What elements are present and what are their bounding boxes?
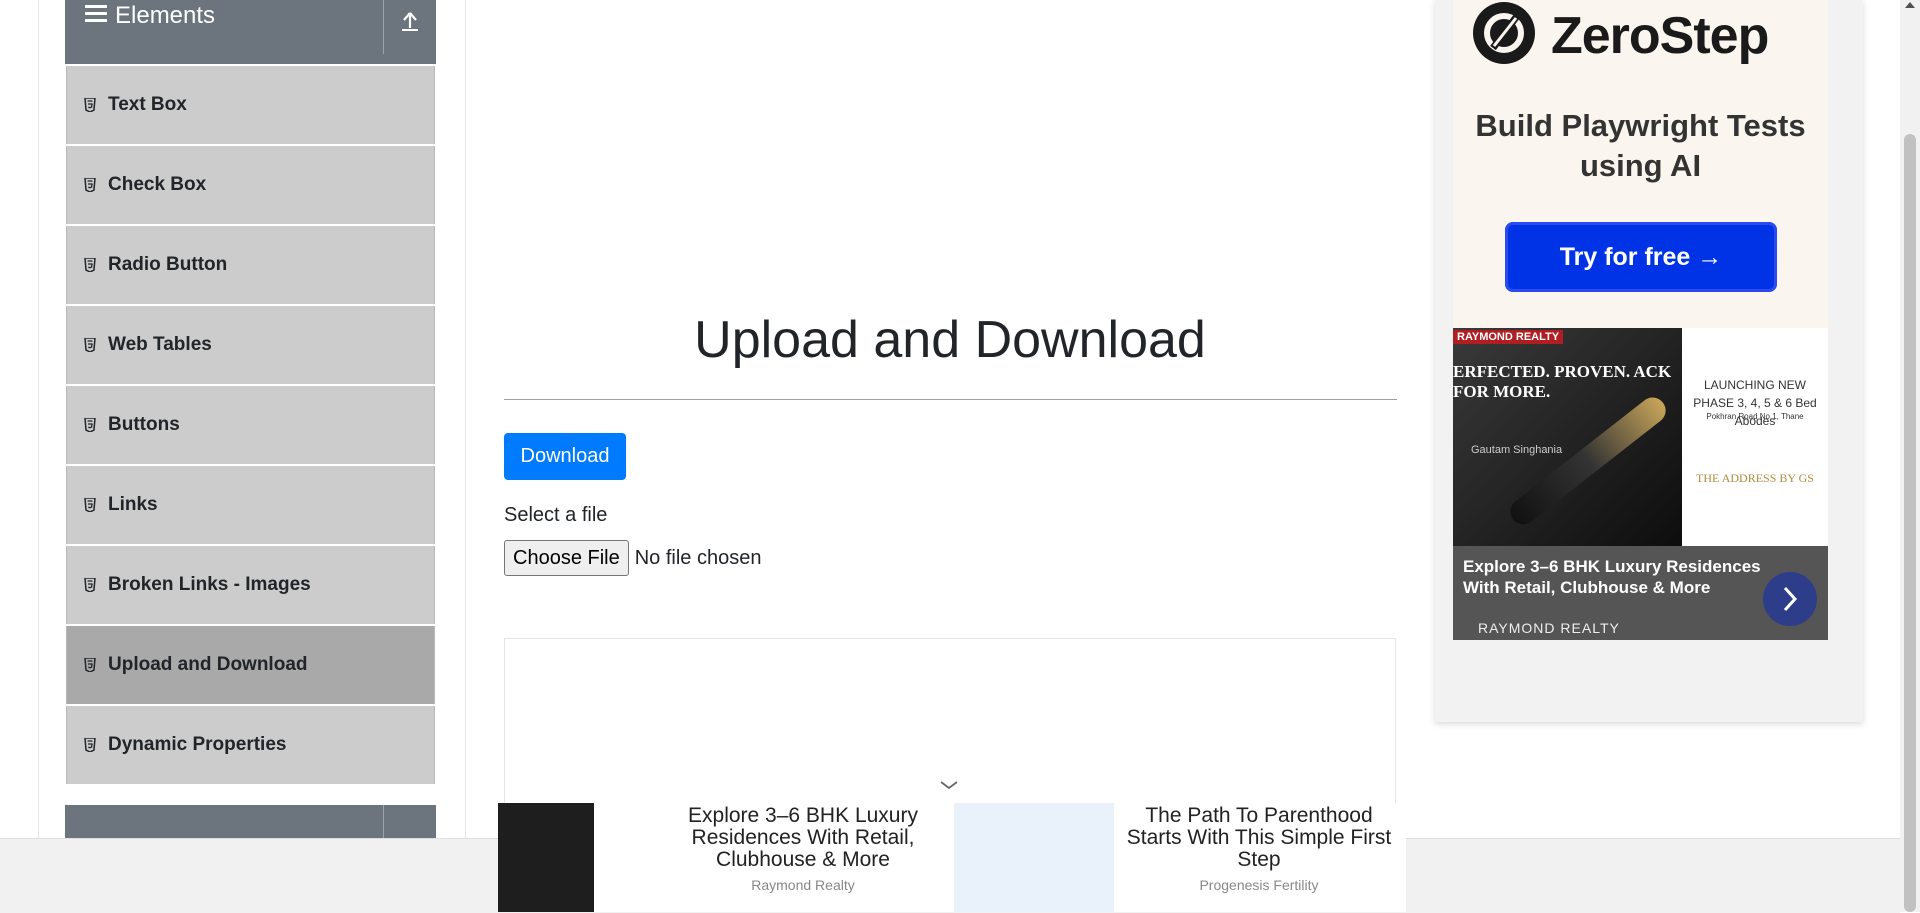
html5-icon [84,738,102,752]
sidebar-item-web-tables[interactable]: Web Tables [66,306,435,384]
sidebar-item-label: Check Box [108,174,207,195]
file-upload-row: Choose File No file chosen [504,540,761,576]
sidebar-item-label: Text Box [108,94,187,115]
realty-signature: Gautam Singhania [1471,444,1563,456]
zerostep-logo-icon [1471,0,1537,71]
scroll-up-arrow-icon[interactable] [1905,2,1915,8]
sidebar-item-label: Web Tables [108,334,212,355]
file-status-text: No file chosen [634,546,762,569]
sidebar-item-label: Radio Button [108,254,228,275]
html5-icon [84,178,102,192]
sidebar-item-links[interactable]: Links [66,466,435,544]
sidebar-item-label: Upload and Download [108,654,308,675]
sidebar-right-border [465,0,466,838]
header-divider [383,0,384,54]
launch-text: LAUNCHING NEW PHASE 3, 4, 5 & 6 Bed Abod… [1693,378,1817,428]
realty-caption: Explore 3–6 BHK Luxury Residences With R… [1453,546,1828,640]
realty-brand: RAYMOND REALTY [1453,330,1564,344]
sidebar-item-label: Links [108,494,158,515]
sidebar-left-border [38,0,39,838]
realty-image-right: LAUNCHING NEW PHASE 3, 4, 5 & 6 Bed Abod… [1682,328,1828,546]
scroll-thumb[interactable] [1904,134,1916,912]
elements-menu: Text Box Check Box Radio Button Web Tabl… [66,66,435,786]
elements-group-header[interactable]: Elements [65,0,436,64]
sidebar-item-check-box[interactable]: Check Box [66,146,435,224]
sidebar-item-label: Buttons [108,414,180,435]
select-file-label: Select a file [504,504,608,526]
chevron-down-icon[interactable] [937,778,961,797]
sidebar-item-label: Broken Links - Images [108,574,311,595]
page-title: Upload and Download [694,311,1206,369]
realty-tagline: ERFECTED. PROVEN. ACK FOR MORE. [1453,362,1672,401]
group-title: Elements [85,2,215,30]
html5-icon [84,338,102,352]
top-ad-slot [504,0,1396,250]
zerostep-logo: ZeroStep [1471,0,1769,71]
group-title-label: Elements [115,2,216,29]
bottom-ad-item[interactable]: Explore 3–6 BHK Luxury Residences With R… [498,803,952,912]
html5-icon [84,658,102,672]
hamburger-icon [85,2,107,30]
sidebar-item-label: Dynamic Properties [108,734,287,755]
ad-text: Explore 3–6 BHK Luxury Residences With R… [688,804,918,871]
sidebar-item-upload-and-download[interactable]: Upload and Download [66,626,435,704]
raymond-realty-ad[interactable]: RAYMOND REALTY ERFECTED. PROVEN. ACK FOR… [1453,328,1828,640]
vertical-scrollbar[interactable] [1900,0,1920,912]
chevron-right-icon[interactable] [1763,572,1817,626]
location-text: Pokhran Road No.1, Thane [1706,412,1804,421]
sidebar-item-dynamic-properties[interactable]: Dynamic Properties [66,706,435,784]
bottom-ad: Explore 3–6 BHK Luxury Residences With R… [498,803,1406,912]
realty-headline: Explore 3–6 BHK Luxury Residences With R… [1463,557,1761,597]
realty-name: RAYMOND REALTY [1478,620,1620,636]
title-divider [504,399,1397,400]
address-by-gs: THE ADDRESS BY GS [1696,471,1814,485]
html5-icon [84,98,102,112]
ad-source: Raymond Realty [751,877,855,893]
download-button[interactable]: Download [504,433,626,480]
html5-icon [84,418,102,432]
pen-image [1505,392,1671,530]
zerostep-brand: ZeroStep [1551,6,1769,65]
collapse-up-icon[interactable] [394,6,426,36]
sidebar-item-broken-links-images[interactable]: Broken Links - Images [66,546,435,624]
zerostep-tagline: Build Playwright Tests using AI [1475,108,1806,183]
right-ad-panel: ZeroStep Build Playwright Tests using AI… [1435,0,1863,722]
bottom-ad-item[interactable]: The Path To Parenthood Starts With This … [954,803,1408,912]
ad-thumbnail [498,803,658,912]
zerostep-ad[interactable]: ZeroStep Build Playwright Tests using AI… [1453,0,1828,328]
realty-image-left: RAYMOND REALTY ERFECTED. PROVEN. ACK FOR… [1453,328,1682,546]
ad-source: Progenesis Fertility [1199,877,1319,893]
sidebar-item-text-box[interactable]: Text Box [66,66,435,144]
sidebar-item-buttons[interactable]: Buttons [66,386,435,464]
html5-icon [84,578,102,592]
try-for-free-button[interactable]: Try for free → [1505,222,1777,292]
ad-text: The Path To Parenthood Starts With This … [1126,804,1392,871]
sidebar-item-radio-button[interactable]: Radio Button [66,226,435,304]
choose-file-button[interactable]: Choose File [504,540,629,576]
ad-thumbnail [954,803,1114,912]
html5-icon [84,498,102,512]
html5-icon [84,258,102,272]
